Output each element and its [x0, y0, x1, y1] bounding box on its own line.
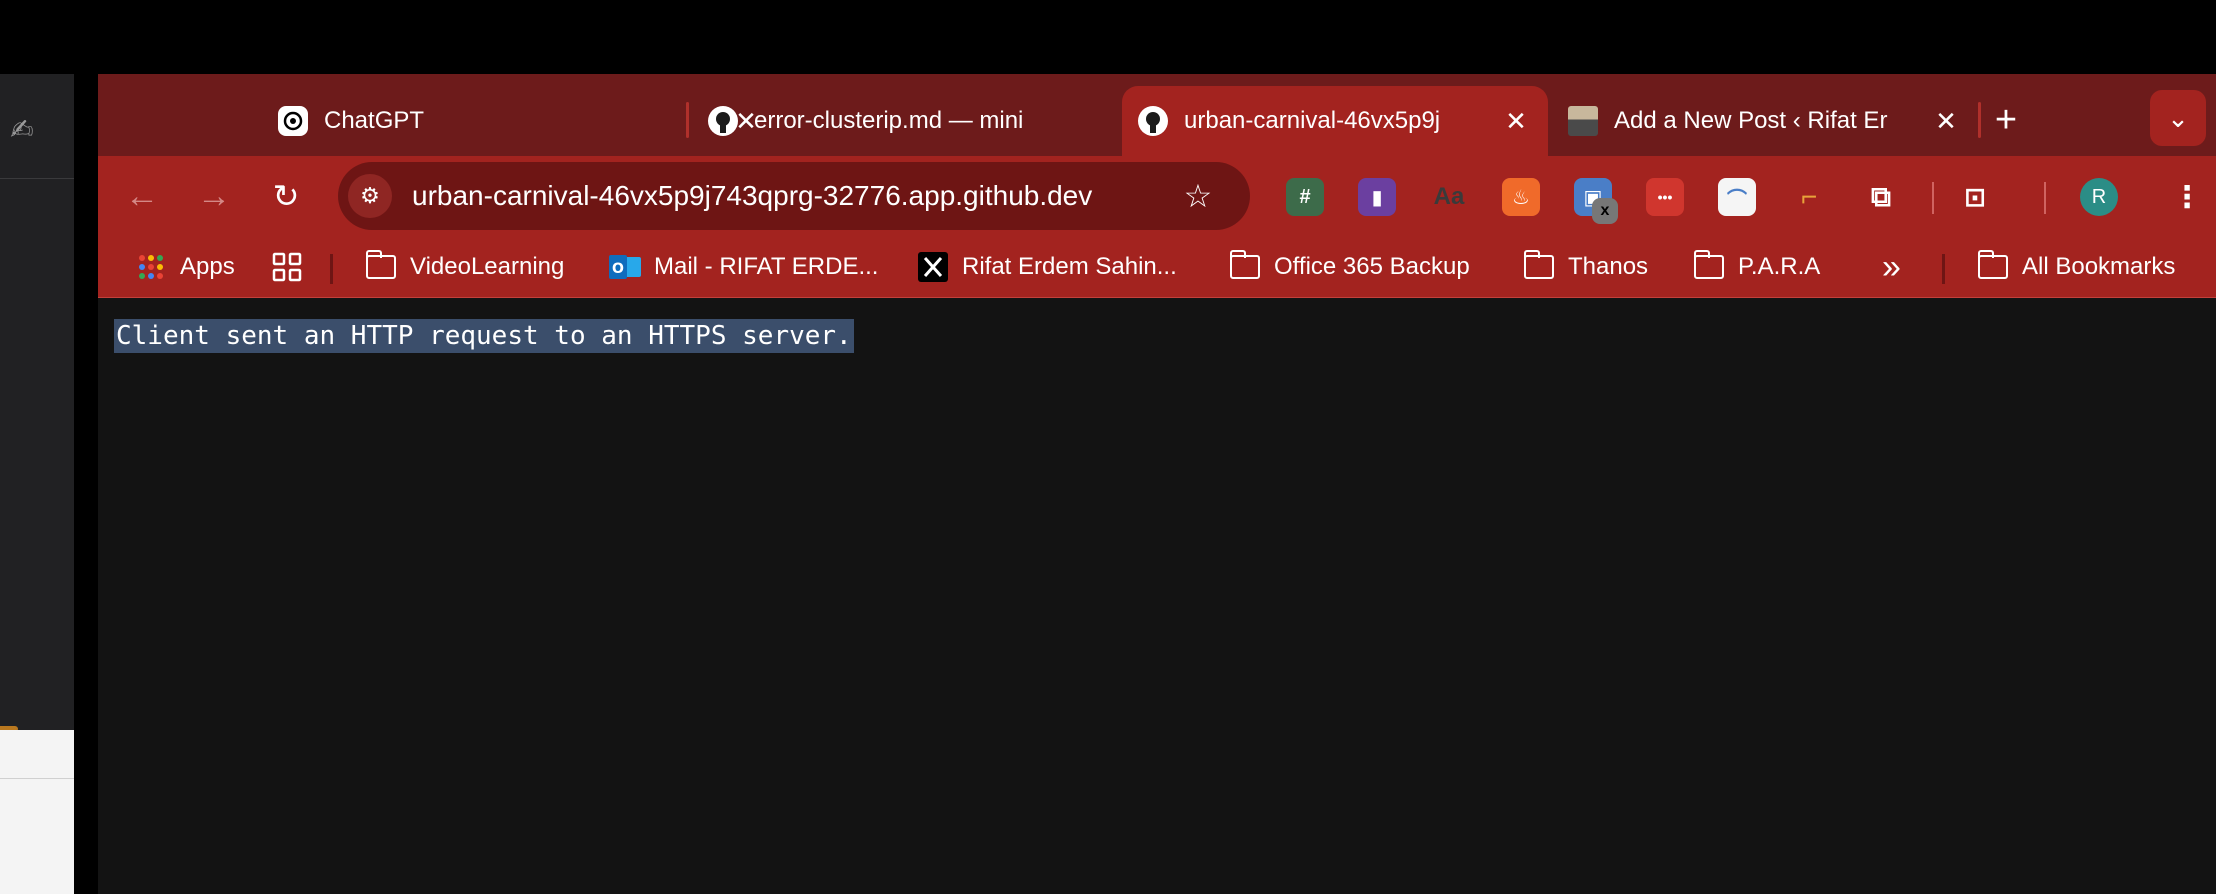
tab-strip: ChatGPT ✕ error-clusterip.md — mini ✕ ur… [98, 74, 2216, 156]
new-tab-button[interactable]: + [1986, 100, 2026, 140]
openai-icon [278, 106, 308, 136]
extensions-puzzle-icon[interactable]: ⧉ [1862, 178, 1900, 216]
kebab-menu-icon[interactable]: ⋮ [2172, 176, 2202, 220]
fire-extension-icon[interactable]: ♨ [1502, 178, 1540, 216]
profile-photo-icon [1568, 106, 1598, 136]
bookmark-tab-groups[interactable] [270, 236, 316, 298]
lens-screenshot-icon[interactable]: ⊡ [1956, 178, 1994, 216]
extension-badge-x: x [1592, 198, 1618, 224]
divider [0, 778, 74, 779]
tab-urban-carnival[interactable]: urban-carnival-46vx5p9j ✕ [1122, 86, 1548, 156]
address-bar[interactable]: ⚙ urban-carnival-46vx5p9j743qprg-32776.a… [338, 162, 1250, 230]
folder-icon [364, 250, 398, 282]
toolbar: ← → ↻ ⚙ urban-carnival-46vx5p9j743qprg-3… [98, 156, 2216, 236]
tab-title: urban-carnival-46vx5p9j [1184, 107, 1441, 134]
svg-text:O: O [612, 261, 624, 277]
bookmark-star-icon[interactable]: ☆ [1178, 176, 1218, 216]
background-app-window: ✍ [0, 74, 74, 894]
x-logo-icon [916, 252, 950, 282]
bookmark-apps[interactable]: Apps [134, 236, 235, 298]
folder-icon [1228, 250, 1262, 282]
bookmark-label: P.A.R.A [1738, 253, 1821, 280]
ruler-extension-icon[interactable]: ⌐ [1790, 178, 1828, 216]
reload-icon[interactable]: ↻ [264, 174, 308, 218]
window-gap [74, 74, 98, 894]
divider [0, 178, 74, 179]
folder-icon [1976, 250, 2010, 282]
dots-extension-icon[interactable]: ••• [1646, 178, 1684, 216]
bookmark-mail[interactable]: O Mail - RIFAT ERDE... [608, 236, 878, 298]
github-icon [1138, 106, 1168, 136]
bookmark-all-bookmarks[interactable]: All Bookmarks [1976, 236, 2175, 298]
tab-chatgpt[interactable]: ChatGPT ✕ [278, 86, 778, 156]
tab-groups-icon [270, 252, 304, 282]
folder-icon [1522, 250, 1556, 282]
bookmark-label: All Bookmarks [2022, 253, 2176, 280]
site-settings-icon[interactable]: ⚙ [348, 174, 392, 218]
tab-title: Add a New Post ‹ Rifat Er [1614, 107, 1888, 134]
close-tab-icon[interactable]: ✕ [1500, 105, 1532, 137]
bookmark-label: Mail - RIFAT ERDE... [654, 253, 879, 280]
bookmark-para[interactable]: P.A.R.A [1692, 236, 1820, 298]
rainbow-extension-icon[interactable]: ⌒ [1718, 178, 1756, 216]
bookmark-label: Rifat Erdem Sahin... [962, 253, 1177, 280]
bookmarks-divider [330, 254, 333, 284]
error-message-text: Client sent an HTTP request to an HTTPS … [114, 319, 854, 353]
bookmark-label: VideoLearning [410, 253, 565, 280]
tab-divider [1978, 102, 1981, 138]
close-tab-icon[interactable]: ✕ [1930, 105, 1962, 137]
bookmarks-overflow-button[interactable]: » [1882, 236, 1901, 298]
tab-add-new-post[interactable]: Add a New Post ‹ Rifat Er ✕ [1568, 86, 1978, 156]
book-extension-icon[interactable]: ▮ [1358, 178, 1396, 216]
screen-top-bar [0, 0, 2216, 74]
bookmarks-bar: Apps VideoLearning O Mail - RIFAT ERDE..… [98, 236, 2216, 298]
bookmark-thanos[interactable]: Thanos [1522, 236, 1648, 298]
folder-icon [1692, 250, 1726, 282]
tab-title: ChatGPT [324, 107, 425, 134]
bookmark-label: Thanos [1568, 253, 1649, 280]
url-text[interactable]: urban-carnival-46vx5p9j743qprg-32776.app… [412, 162, 1092, 230]
bookmark-twitter-profile[interactable]: Rifat Erdem Sahin... [916, 236, 1177, 298]
bookmark-label: Office 365 Backup [1274, 253, 1470, 280]
slack-extension-icon[interactable]: # [1286, 178, 1324, 216]
tab-divider [686, 102, 689, 138]
toolbar-divider [2044, 182, 2046, 214]
tab-search-chevron-icon[interactable]: ⌄ [2150, 90, 2206, 146]
github-icon [708, 106, 738, 136]
tab-title: error-clusterip.md — mini [754, 107, 1024, 134]
bookmark-videolearning[interactable]: VideoLearning [364, 236, 564, 298]
bookmarks-divider [1942, 254, 1945, 284]
background-panel [0, 730, 74, 894]
outlook-icon: O [608, 252, 642, 282]
signature-pen-icon[interactable]: ✍ [4, 112, 40, 148]
toolbar-divider [1932, 182, 1934, 214]
forward-arrow-icon[interactable]: → [192, 174, 236, 218]
page-content: Client sent an HTTP request to an HTTPS … [98, 299, 2216, 894]
bookmark-office-365-backup[interactable]: Office 365 Backup [1228, 236, 1470, 298]
profile-avatar[interactable]: R [2080, 178, 2118, 216]
back-arrow-icon[interactable]: ← [120, 174, 164, 218]
bookmark-label: Apps [180, 253, 235, 280]
font-extension-icon[interactable]: Aa [1430, 178, 1468, 216]
apps-grid-icon [134, 252, 168, 282]
browser-window: ChatGPT ✕ error-clusterip.md — mini ✕ ur… [98, 74, 2216, 894]
